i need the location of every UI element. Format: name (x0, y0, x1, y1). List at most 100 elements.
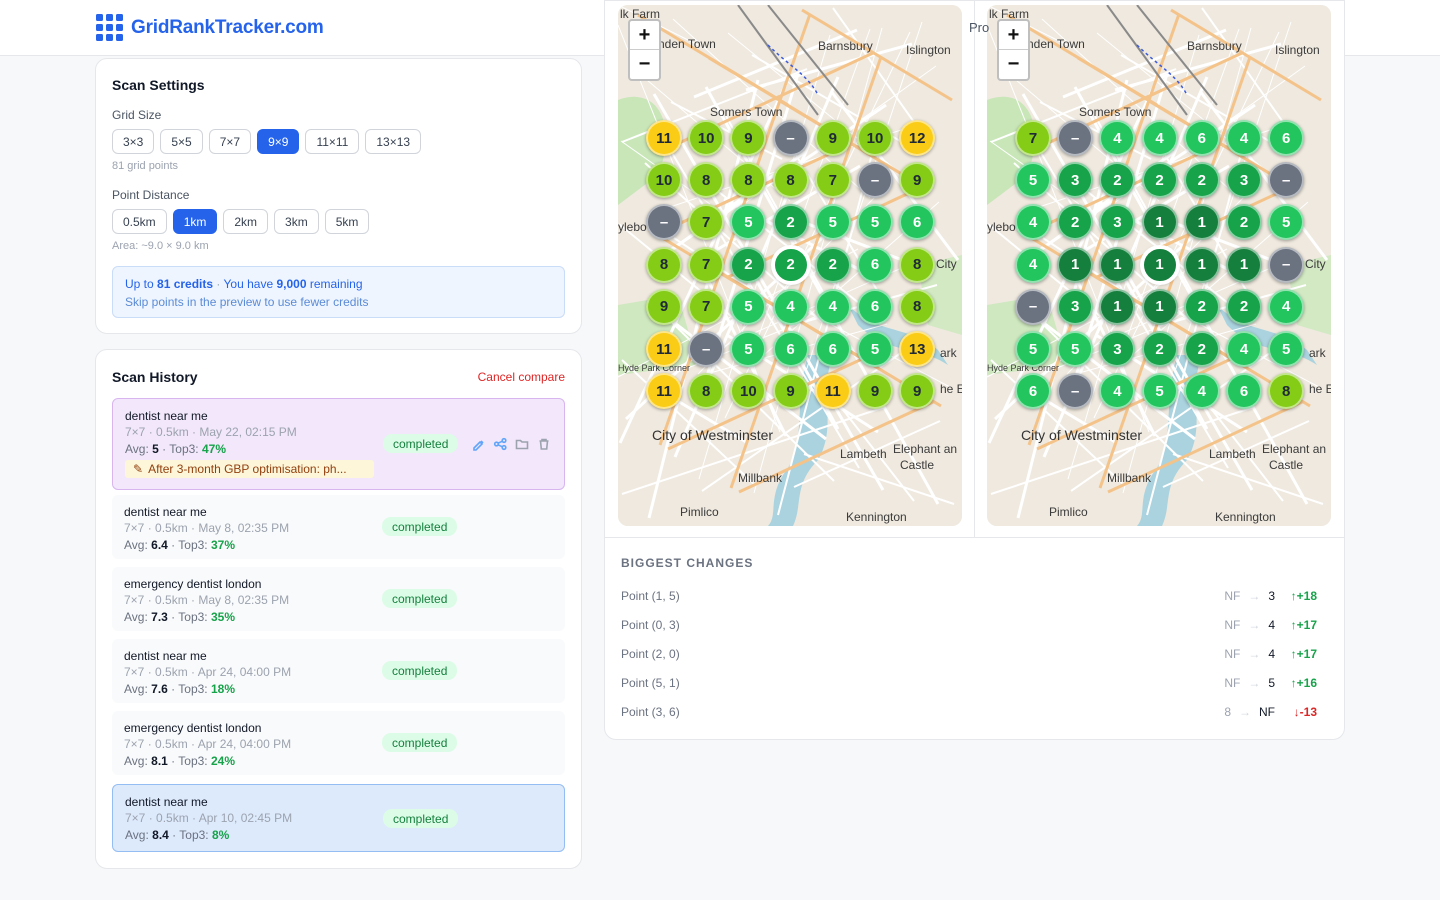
rank-pin[interactable]: 11 (646, 373, 682, 410)
rank-pin[interactable]: 4 (1099, 373, 1136, 410)
brand-logo[interactable]: GridRankTracker.com (96, 14, 324, 41)
rank-pin[interactable]: 11 (646, 331, 682, 367)
rank-pin[interactable]: 2 (730, 246, 767, 283)
right-map[interactable]: lk Farm nden Town Barnsbury Islington Somers… (987, 5, 1331, 526)
rank-pin[interactable]: 6 (899, 204, 936, 241)
rank-pin[interactable]: 8 (899, 288, 936, 325)
rank-pin[interactable]: 4 (1183, 373, 1220, 410)
rank-pin[interactable]: 9 (772, 373, 809, 410)
rank-pin[interactable]: 4 (1099, 120, 1136, 156)
grid-size-option[interactable]: 7×7 (208, 129, 252, 154)
rank-pin[interactable]: 3 (1099, 204, 1136, 241)
distance-option[interactable]: 3km (274, 209, 319, 234)
rank-pin[interactable]: – (772, 120, 809, 156)
rank-pin[interactable]: 2 (1183, 288, 1220, 325)
rank-pin[interactable]: 6 (857, 288, 893, 325)
rank-pin[interactable]: 5 (730, 288, 767, 325)
rank-pin[interactable]: 1 (1226, 246, 1262, 283)
rank-pin[interactable]: 3 (1057, 288, 1094, 325)
rank-pin[interactable]: – (1057, 373, 1094, 410)
rank-pin[interactable]: 9 (857, 373, 893, 410)
scan-history-item[interactable]: emergency dentist london 7×7 · 0.5km · Ap… (112, 711, 565, 775)
rank-pin[interactable]: 2 (1141, 331, 1178, 367)
grid-size-option[interactable]: 11×11 (305, 129, 360, 154)
rank-pin[interactable]: 6 (857, 246, 893, 283)
rank-pin[interactable]: 1 (1141, 246, 1178, 283)
rank-pin[interactable]: 10 (857, 120, 893, 156)
rank-pin[interactable]: 10 (688, 120, 725, 156)
rank-pin[interactable]: 3 (1099, 331, 1136, 367)
rank-pin[interactable]: – (857, 162, 893, 199)
rank-pin[interactable]: 2 (1226, 204, 1262, 241)
rank-pin[interactable]: 3 (1057, 162, 1094, 199)
rank-pin[interactable]: 4 (1015, 204, 1051, 241)
rank-pin[interactable]: 8 (899, 246, 936, 283)
rank-pin[interactable]: 2 (1141, 162, 1178, 199)
rank-pin[interactable]: 1 (1141, 288, 1178, 325)
rank-pin[interactable]: 3 (1226, 162, 1262, 199)
rank-pin[interactable]: 2 (814, 246, 851, 283)
rank-pin[interactable]: 7 (814, 162, 851, 199)
rank-pin[interactable]: 2 (1183, 331, 1220, 367)
rank-pin[interactable]: 1 (1099, 288, 1136, 325)
distance-option[interactable]: 2km (223, 209, 269, 234)
rank-pin[interactable]: – (688, 331, 725, 367)
rank-pin[interactable]: 11 (814, 373, 851, 410)
rank-pin[interactable]: 4 (772, 288, 809, 325)
rank-pin[interactable]: 10 (730, 373, 767, 410)
rank-pin[interactable]: 5 (1057, 331, 1094, 367)
rank-pin[interactable]: 5 (857, 331, 893, 367)
rank-pin[interactable]: 9 (899, 162, 936, 199)
trash-icon[interactable] (537, 437, 551, 456)
rank-pin[interactable]: 7 (1015, 120, 1051, 156)
rank-pin[interactable]: 7 (688, 288, 725, 325)
rank-pin[interactable]: 2 (772, 246, 809, 283)
left-map[interactable]: lk Farm nden Town Barnsbury Islington Somers… (618, 5, 962, 526)
rank-pin[interactable]: 8 (772, 162, 809, 199)
rank-pin[interactable]: 1 (1183, 246, 1220, 283)
rank-pin[interactable]: 11 (646, 120, 682, 156)
rank-pin[interactable]: 6 (814, 331, 851, 367)
rank-pin[interactable]: 1 (1141, 204, 1178, 241)
scan-history-item[interactable]: emergency dentist london 7×7 · 0.5km · Ma… (112, 567, 565, 631)
rank-pin[interactable]: 4 (1141, 120, 1178, 156)
rank-pin[interactable]: 5 (1015, 331, 1051, 367)
rank-pin[interactable]: 8 (688, 162, 725, 199)
rank-pin[interactable]: 1 (1099, 246, 1136, 283)
rank-pin[interactable]: 8 (688, 373, 725, 410)
grid-size-option[interactable]: 13×13 (365, 129, 422, 154)
rank-pin[interactable]: 8 (730, 162, 767, 199)
rank-pin[interactable]: 1 (1057, 246, 1094, 283)
rank-pin[interactable]: 5 (730, 331, 767, 367)
grid-size-option[interactable]: 3×3 (112, 129, 155, 154)
rank-pin[interactable]: 7 (688, 246, 725, 283)
scan-history-item[interactable]: dentist near me 7×7 · 0.5km · Apr 24, 04:… (112, 639, 565, 703)
rank-pin[interactable]: 6 (1268, 120, 1305, 156)
distance-option[interactable]: 1km (172, 209, 218, 234)
rank-pin[interactable]: – (1268, 162, 1305, 199)
edit-icon[interactable] (471, 437, 485, 456)
rank-pin[interactable]: – (646, 204, 682, 241)
rank-pin[interactable]: 4 (1015, 246, 1051, 283)
rank-pin[interactable]: 4 (814, 288, 851, 325)
rank-pin[interactable]: 2 (1057, 204, 1094, 241)
rank-pin[interactable]: 8 (646, 246, 682, 283)
cancel-compare-link[interactable]: Cancel compare (478, 370, 565, 384)
rank-pin[interactable]: 2 (1226, 288, 1262, 325)
rank-pin[interactable]: 8 (1268, 373, 1305, 410)
rank-pin[interactable]: 5 (1015, 162, 1051, 199)
rank-pin[interactable]: 10 (646, 162, 682, 199)
rank-pin[interactable]: 9 (730, 120, 767, 156)
distance-option[interactable]: 5km (324, 209, 370, 234)
scan-history-item[interactable]: dentist near me 7×7 · 0.5km · May 8, 02:3… (112, 495, 565, 559)
rank-pin[interactable]: 6 (1015, 373, 1051, 410)
rank-pin[interactable]: 5 (1268, 331, 1305, 367)
rank-pin[interactable]: 6 (1226, 373, 1262, 410)
rank-pin[interactable]: 5 (814, 204, 851, 241)
rank-pin[interactable]: 12 (899, 120, 936, 156)
rank-pin[interactable]: 13 (899, 331, 936, 367)
rank-pin[interactable]: – (1057, 120, 1094, 156)
rank-pin[interactable]: 4 (1268, 288, 1305, 325)
rank-pin[interactable]: 9 (814, 120, 851, 156)
rank-pin[interactable]: 2 (1183, 162, 1220, 199)
